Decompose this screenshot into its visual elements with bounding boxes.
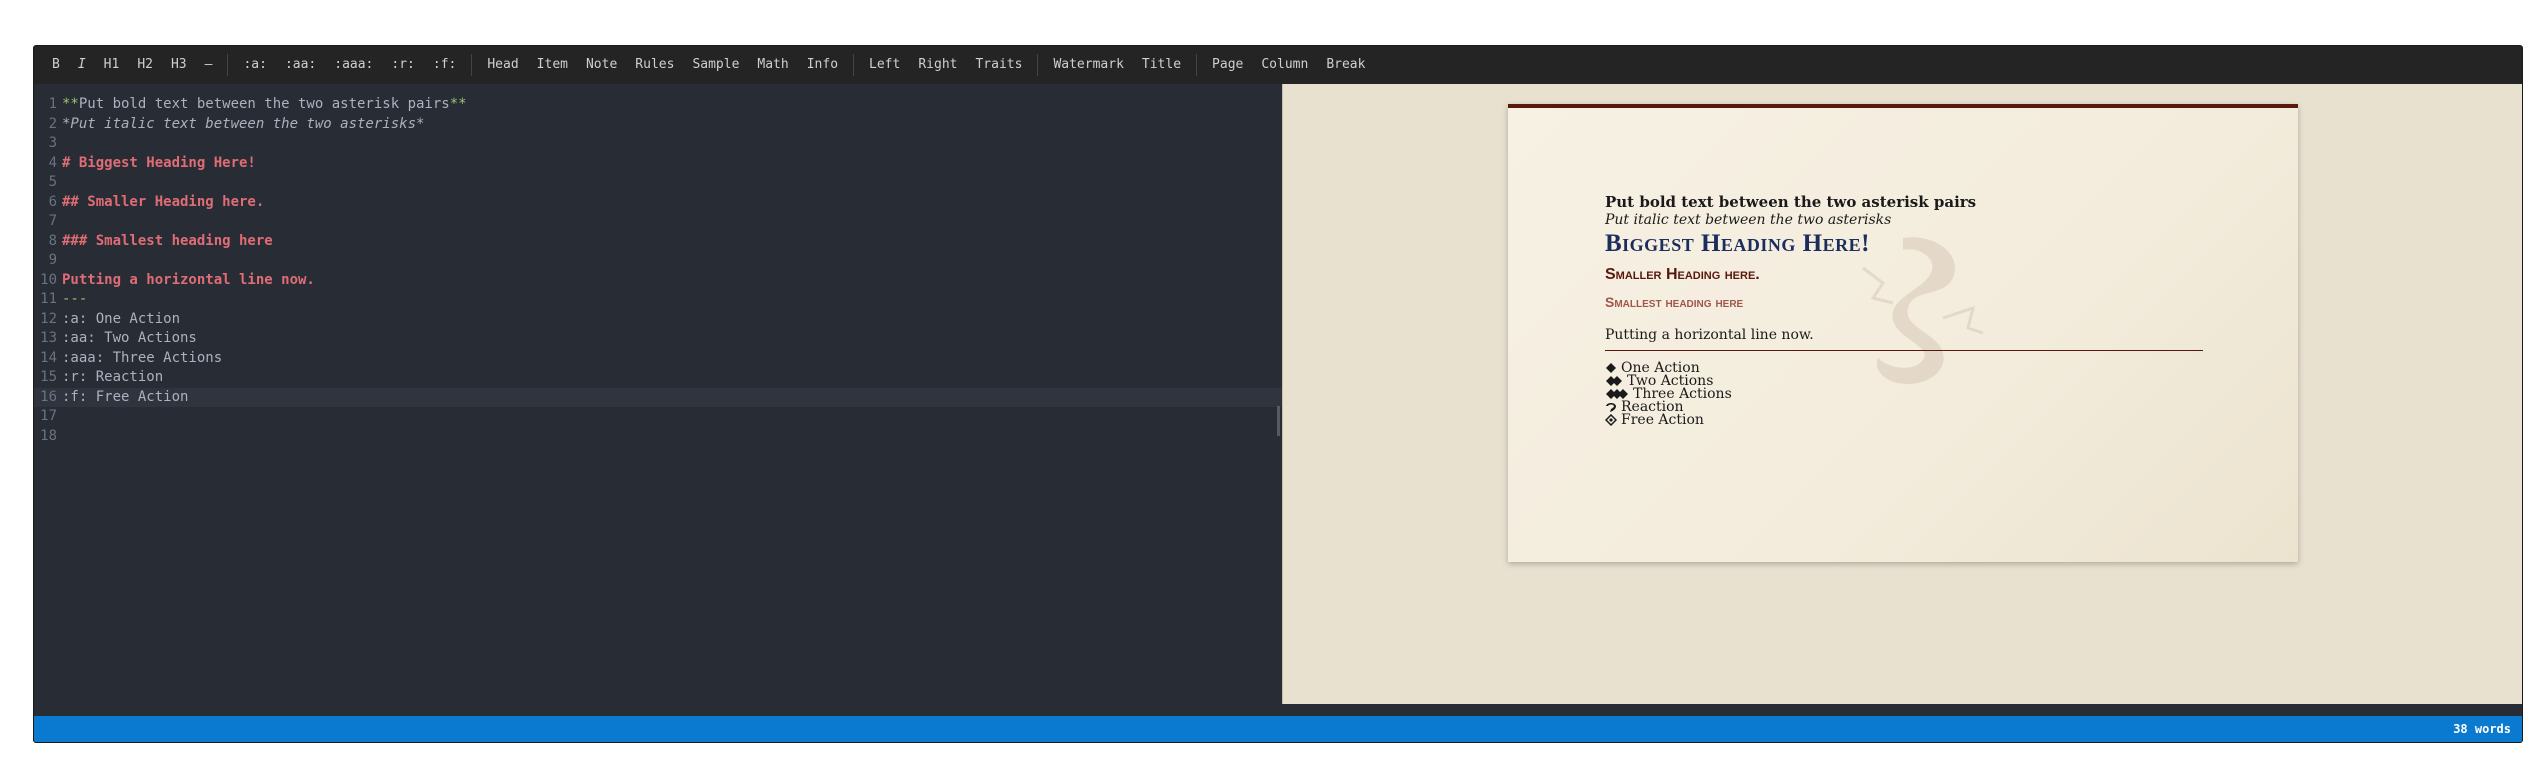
free-action-icon <box>1605 414 1617 426</box>
editor-token: Putting a horizontal line now. <box>62 271 315 288</box>
two-actions-button[interactable]: :aa: <box>276 46 325 84</box>
head-button[interactable]: Head <box>478 46 527 84</box>
preview-heading-2: Smaller Heading here. <box>1605 266 1760 283</box>
line-number: 4 <box>48 154 57 171</box>
preview-horizontal-rule <box>1605 350 2203 351</box>
editor-line[interactable]: 7 <box>34 212 1282 232</box>
h3-button[interactable]: H3 <box>162 46 196 84</box>
h1-button[interactable]: H1 <box>95 46 129 84</box>
toolbar-separator <box>1196 54 1198 76</box>
editor-line[interactable]: 13 :aa: Two Actions <box>34 329 1282 349</box>
preview-pane: Put bold text between the two asterisk p… <box>1282 84 2522 704</box>
editor-line[interactable]: 12 :a: One Action <box>34 310 1282 330</box>
info-button[interactable]: Info <box>798 46 847 84</box>
line-number: 3 <box>48 135 57 151</box>
pane-splitter-handle[interactable] <box>1277 406 1280 436</box>
formatting-toolbar: B I H1 H2 H3—:a::aa::aaa::r::f: Head Item Note R… <box>34 46 2522 84</box>
editor-token: :aa: Two Actions <box>62 330 197 346</box>
line-number: 5 <box>48 174 57 190</box>
editor-token: ** <box>449 96 467 112</box>
line-number: 1 <box>48 96 57 112</box>
break-button[interactable]: Break <box>1317 46 1374 84</box>
page-button[interactable]: Page <box>1203 46 1252 84</box>
horizontal-rule-button[interactable]: — <box>196 46 222 84</box>
editor-line[interactable]: 18 <box>34 427 1282 447</box>
editor-token: ** <box>62 96 79 112</box>
line-number: 17 <box>40 408 57 424</box>
editor-line[interactable]: 9 <box>34 251 1282 271</box>
editor-line[interactable]: 1 **Put bold text between the two asteris… <box>34 95 1282 115</box>
line-number: 11 <box>40 291 57 307</box>
preview-bold-text: Put bold text between the two asterisk p… <box>1605 193 1977 211</box>
preview-heading-3: Smallest heading here <box>1605 294 1744 310</box>
line-number: 7 <box>48 213 57 229</box>
line-number: 16 <box>40 388 57 405</box>
traits-button[interactable]: Traits <box>966 46 1031 84</box>
editor-token: *Put italic text between the two asteris… <box>62 115 425 132</box>
line-number: 12 <box>40 310 57 327</box>
editor-token: --- <box>62 291 88 307</box>
toolbar-separator <box>471 54 473 76</box>
title-button[interactable]: Title <box>1133 46 1190 84</box>
right-button[interactable]: Right <box>909 46 966 84</box>
app-window: B I H1 H2 H3—:a::aa::aaa::r::f: Head Item Note R… <box>33 45 2523 743</box>
editor-line[interactable]: 11 --- <box>34 290 1282 310</box>
line-number: 6 <box>48 193 57 210</box>
toolbar-separator <box>853 54 855 76</box>
line-number: 9 <box>48 252 57 268</box>
editor-line[interactable]: 14 :aaa: Three Actions <box>34 349 1282 369</box>
preview-italic-text: Put italic text between the two asterisk… <box>1605 212 1892 228</box>
three-actions-button[interactable]: :aaa: <box>325 46 382 84</box>
italic-button[interactable]: I <box>69 46 95 84</box>
action-label: Free Action <box>1621 412 1704 428</box>
editor-line[interactable]: 4 # Biggest Heading Here! <box>34 154 1282 174</box>
math-button[interactable]: Math <box>748 46 797 84</box>
markdown-editor[interactable]: 1 **Put bold text between the two asteris… <box>34 84 1282 704</box>
line-number: 18 <box>40 427 57 444</box>
bold-button[interactable]: B <box>43 46 69 84</box>
editor-token: :aaa: Three Actions <box>62 349 223 366</box>
editor-line[interactable]: 5 <box>34 173 1282 193</box>
editor-token: :f: Free Action <box>62 388 189 405</box>
preview-action-item: Free Action <box>1605 412 1704 428</box>
preview-heading-1: Biggest Heading Here! <box>1605 230 1870 257</box>
free-action-button[interactable]: :f: <box>424 46 465 84</box>
editor-line[interactable]: 17 <box>34 407 1282 427</box>
editor-token: ### Smallest heading here <box>62 232 273 249</box>
line-number: 10 <box>40 271 57 288</box>
editor-line[interactable]: 15 :r: Reaction <box>34 368 1282 388</box>
editor-token: :r: Reaction <box>62 369 164 385</box>
watermark-button[interactable]: Watermark <box>1044 46 1132 84</box>
h2-button[interactable]: H2 <box>128 46 162 84</box>
editor-token: # Biggest Heading Here! <box>62 154 256 171</box>
left-button[interactable]: Left <box>860 46 909 84</box>
line-number: 2 <box>48 115 57 132</box>
editor-token: :a: One Action <box>62 310 181 327</box>
note-button[interactable]: Note <box>577 46 626 84</box>
one-action-button[interactable]: :a: <box>234 46 275 84</box>
preview-paragraph: Putting a horizontal line now. <box>1605 327 1814 343</box>
editor-token: Put bold text between the two asterisk p… <box>78 96 450 112</box>
editor-line[interactable]: 6 ## Smaller Heading here. <box>34 193 1282 213</box>
line-number: 8 <box>48 232 57 249</box>
word-count: 38 words <box>2453 722 2511 736</box>
editor-line[interactable]: 8 ### Smallest heading here <box>34 232 1282 252</box>
toolbar-separator <box>1037 54 1039 76</box>
editor-line[interactable]: 3 <box>34 134 1282 154</box>
preview-page: Put bold text between the two asterisk p… <box>1508 104 2298 562</box>
toolbar-separator <box>227 54 229 76</box>
item-button[interactable]: Item <box>528 46 577 84</box>
rules-button[interactable]: Rules <box>626 46 683 84</box>
sample-button[interactable]: Sample <box>683 46 748 84</box>
status-bar: 38 words <box>34 716 2522 742</box>
line-number: 15 <box>40 369 57 385</box>
column-button[interactable]: Column <box>1252 46 1317 84</box>
line-number: 14 <box>40 349 57 366</box>
editor-token: ## Smaller Heading here. <box>62 193 265 210</box>
editor-line[interactable]: 10 Putting a horizontal line now. <box>34 271 1282 291</box>
line-number: 13 <box>40 330 57 346</box>
reaction-button[interactable]: :r: <box>382 46 423 84</box>
editor-line[interactable]: 16 :f: Free Action <box>34 387 1282 407</box>
editor-line[interactable]: 2 *Put italic text between the two asteri… <box>34 115 1282 135</box>
